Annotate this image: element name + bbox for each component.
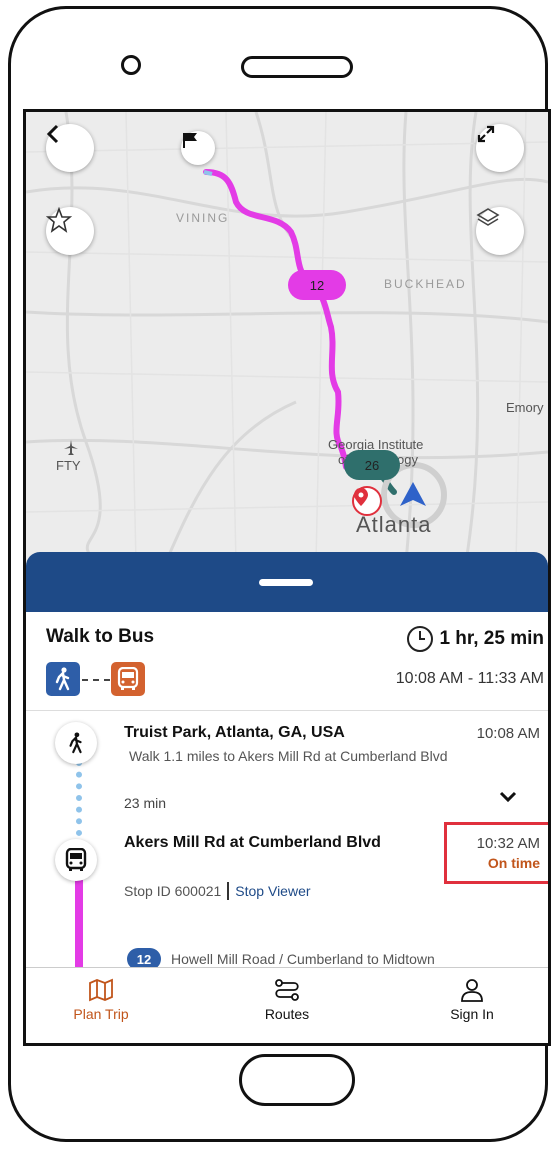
map-label-buckhead: BUCKHEAD [384,277,467,291]
nav-sign-in[interactable]: Sign In [417,978,527,1022]
map-roads [26,112,548,562]
route-number-badge: 12 [127,948,161,967]
home-button[interactable] [239,1054,355,1106]
separator [227,882,230,900]
bus-stop-name[interactable]: Akers Mill Rd at Cumberland Blvd [124,834,381,852]
nav-sign-in-label: Sign In [450,1006,494,1022]
map-icon [89,978,113,1002]
flag-icon[interactable] [181,131,215,165]
bottom-navigation: Plan Trip Routes Sign In [26,967,548,1043]
sheet-header[interactable] [26,552,548,612]
bus-leg-icon [55,839,97,881]
walk-timeline-line [76,760,82,836]
trip-title: Walk to Bus [46,626,155,647]
walk-leg-origin[interactable]: Truist Park, Atlanta, GA, USA [124,724,345,742]
app-screen: VINING BUCKHEAD Emory FTY Georgia Instit… [23,109,551,1046]
nav-plan-trip-label: Plan Trip [73,1006,129,1022]
walk-leg-duration: 23 min [124,795,167,811]
map-label-fty: FTY [56,458,81,473]
nav-routes-label: Routes [264,1006,310,1022]
chevron-down-icon[interactable] [498,790,518,809]
route-name: Howell Mill Road / Cumberland to Midtown [171,951,435,967]
back-button[interactable] [46,124,94,172]
sheet-drag-handle[interactable] [259,579,313,586]
nav-routes[interactable]: Routes [232,978,342,1022]
walk-leg-description: Walk 1.1 miles to Akers Mill Rd at Cumbe… [129,748,448,764]
stop-id-row: Stop ID 600021 Stop Viewer [124,882,311,900]
map-view[interactable]: VINING BUCKHEAD Emory FTY Georgia Instit… [26,112,548,562]
nav-plan-trip[interactable]: Plan Trip [46,978,156,1022]
walk-leg-time: 10:08 AM [476,725,540,742]
bus-mode-icon [111,662,145,696]
user-icon [461,979,483,1002]
route-bubble-12[interactable]: 12 [288,270,346,300]
walk-leg-icon [55,722,97,764]
bus-route-row[interactable]: 12 Howell Mill Road / Cumberland to Midt… [127,948,435,967]
bus-timeline-line [75,880,83,967]
stop-id: Stop ID 600021 [124,883,222,899]
map-label-emory: Emory [506,400,544,415]
location-pin-icon[interactable] [352,486,382,516]
speaker [241,56,353,78]
divider [26,710,548,711]
expand-icon [477,125,495,143]
back-icon [46,124,59,144]
expand-button[interactable] [476,124,524,172]
trip-time-range: 10:08 AM - 11:33 AM [395,670,544,687]
favorite-button[interactable] [46,207,94,255]
camera [121,55,141,75]
favorite-icon [46,207,72,233]
routes-icon [275,979,299,1001]
trip-details-panel: Walk to Bus 1 hr, 25 min 10:08 AM - 11:3… [26,612,548,967]
layers-icon [476,208,500,226]
clock-icon [407,626,434,652]
trip-duration-text: 1 hr, 25 min [439,628,544,649]
mode-connector [82,679,110,681]
map-label-vinings: VINING [176,211,230,225]
trip-duration: 1 hr, 25 min [407,626,544,652]
stop-viewer-link[interactable]: Stop Viewer [235,883,310,899]
layers-button[interactable] [476,207,524,255]
highlight-box [444,822,548,884]
walk-mode-icon [46,662,80,696]
route-bubble-26[interactable]: 26 [344,450,400,480]
